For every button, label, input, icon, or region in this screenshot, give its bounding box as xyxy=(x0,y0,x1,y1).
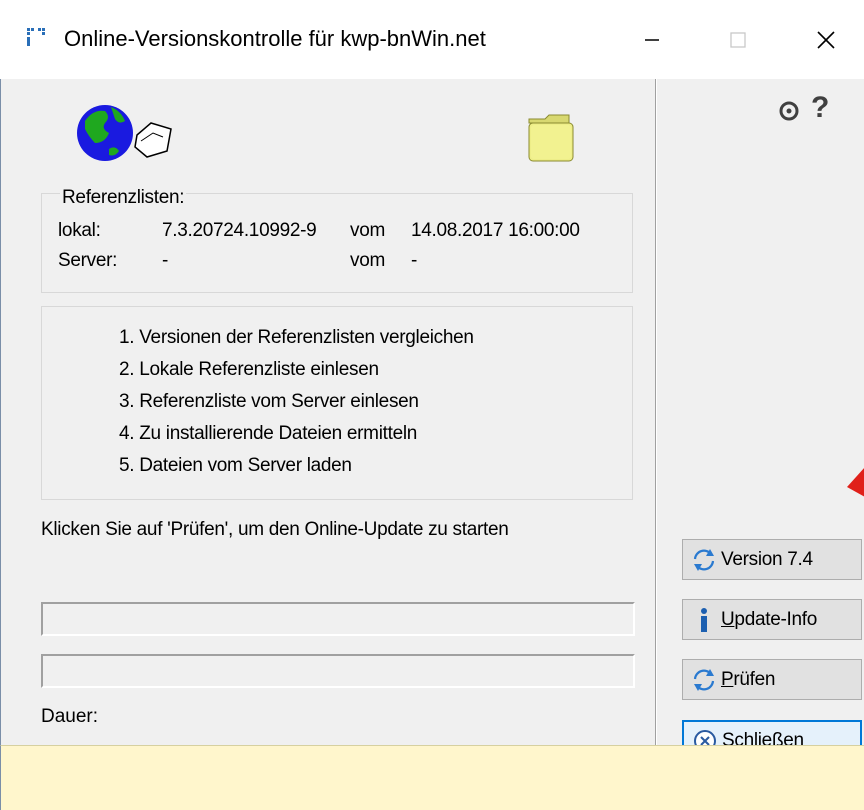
dialog-client: Referenzlisten: lokal: 7.3.20724.10992-9… xyxy=(0,79,864,761)
lokal-vom-label: vom xyxy=(350,220,385,241)
title-bar[interactable]: Online-Versionskontrolle für kwp-bnWin.n… xyxy=(0,0,864,79)
globe-document-icon xyxy=(75,99,187,169)
lokal-version: 7.3.20724.10992-9 xyxy=(162,220,317,241)
lokal-label: lokal: xyxy=(58,220,101,241)
referenzlisten-group: Referenzlisten: lokal: 7.3.20724.10992-9… xyxy=(41,187,633,293)
update-info-button[interactable]: Update-Info xyxy=(682,599,862,640)
close-icon xyxy=(817,31,835,49)
update-info-button-label: Update-Info xyxy=(721,609,817,631)
info-icon xyxy=(689,605,719,635)
pruefen-button[interactable]: Prüfen xyxy=(682,659,862,700)
refresh-icon xyxy=(689,665,719,695)
pruefen-rest: rüfen xyxy=(733,668,776,690)
window-title: Online-Versionskontrolle für kwp-bnWin.n… xyxy=(64,26,486,51)
server-version: - xyxy=(162,250,169,271)
app-icon xyxy=(26,27,48,49)
progress-bar-1 xyxy=(41,602,635,636)
hint-text: Klicken Sie auf 'Prüfen', um den Online-… xyxy=(41,519,509,540)
maximize-icon xyxy=(730,32,746,48)
pruefen-accel: P xyxy=(721,668,734,690)
update-info-rest: pdate-Info xyxy=(734,608,817,630)
version-button-label: Version 7.4 xyxy=(721,548,813,570)
minimize-icon xyxy=(645,39,659,41)
step-item: 3. Referenzliste vom Server einlesen xyxy=(119,391,419,412)
referenzlisten-title: Referenzlisten: xyxy=(60,187,187,209)
refresh-icon xyxy=(689,545,719,575)
settings-icon[interactable] xyxy=(777,99,801,123)
close-button[interactable] xyxy=(796,18,856,62)
folder-icon xyxy=(521,109,581,165)
maximize-button[interactable] xyxy=(708,18,768,62)
step-item: 1. Versionen der Referenzlisten vergleic… xyxy=(119,327,474,348)
server-date: - xyxy=(411,250,418,271)
minimize-button[interactable] xyxy=(622,18,682,62)
step-item: 5. Dateien vom Server laden xyxy=(119,455,352,476)
step-item: 4. Zu installierende Dateien ermitteln xyxy=(119,423,418,444)
pruefen-button-label: Prüfen xyxy=(721,669,775,691)
server-label: Server: xyxy=(58,250,118,271)
version-button[interactable]: Version 7.4 xyxy=(682,539,862,580)
update-info-accel: U xyxy=(721,608,735,630)
server-vom-label: vom xyxy=(350,250,385,271)
help-icon[interactable]: ? xyxy=(811,91,829,125)
lokal-date: 14.08.2017 16:00:00 xyxy=(411,220,580,241)
steps-group: 1. Versionen der Referenzlisten vergleic… xyxy=(41,306,633,500)
dauer-label: Dauer: xyxy=(41,706,99,727)
panel-divider xyxy=(655,79,657,745)
status-bar xyxy=(0,745,864,810)
progress-bar-2 xyxy=(41,654,635,688)
step-item: 2. Lokale Referenzliste einlesen xyxy=(119,359,379,380)
